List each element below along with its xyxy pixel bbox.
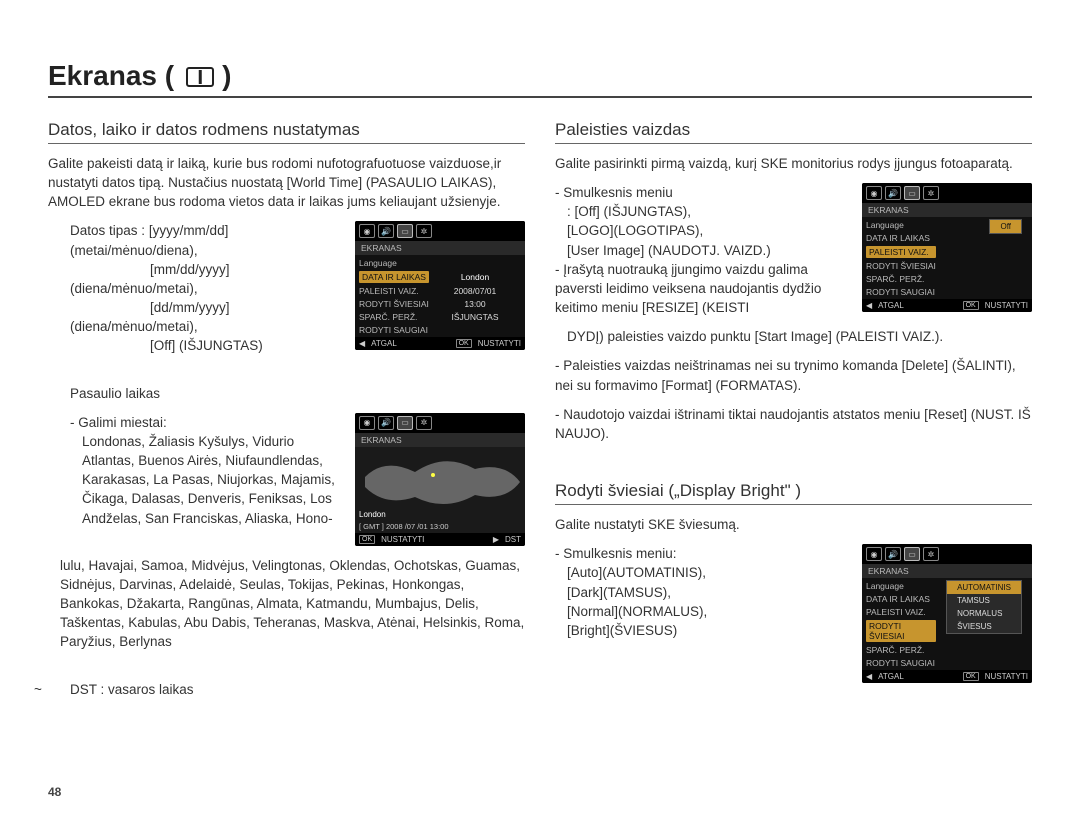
bright-sub-line-0: [Auto](AUTOMATINIS), <box>555 563 850 582</box>
gear-icon: ✲ <box>923 186 939 200</box>
sound-icon: 🔊 <box>885 547 901 561</box>
bright-sub-line-1: [Dark](TAMSUS), <box>555 583 850 602</box>
world-time-text: - Galimi miestai: Londonas, Žaliasis Kyš… <box>48 413 343 528</box>
map-city: London <box>359 510 386 519</box>
content-columns: Datos, laiko ir datos rodmens nustatymas… <box>48 116 1032 709</box>
display-tab-icon: ▭ <box>397 224 413 238</box>
lcd4-sub-auto: AUTOMATINIS <box>947 581 1021 594</box>
display-tab-icon: ▭ <box>904 547 920 561</box>
startup-sub-line-2: [User Image] (NAUDOTJ. VAIZD.) <box>555 241 850 260</box>
startup-intro: Galite pasirinkti pirmą vaizdą, kurį SKE… <box>555 154 1032 173</box>
cities-part1: Londonas, Žaliasis Kyšulys, Vidurio Atla… <box>70 432 343 528</box>
left-column: Datos, laiko ir datos rodmens nustatymas… <box>48 116 525 709</box>
display-icon <box>186 67 214 87</box>
cities-label: - Galimi miestai: <box>70 413 343 432</box>
camera-lcd-2: ◉ 🔊 ▭ ✲ EKRANAS London [ GMT ] 2008 /07 … <box>355 413 525 546</box>
startup-submenu-text: - Smulkesnis meniu : [Off] (IŠJUNGTAS), … <box>555 183 850 317</box>
page-title: Ekranas ( ) <box>48 60 1032 98</box>
lcd3-tabs: ◉ 🔊 ▭ ✲ <box>862 183 1032 203</box>
bright-submenu-text: - Smulkesnis meniu: [Auto](AUTOMATINIS),… <box>555 544 850 640</box>
lcd1-footer: ◀ATGAL OKNUSTATYTI <box>355 337 525 350</box>
startup-sub-line-0: : [Off] (IŠJUNGTAS), <box>555 202 850 221</box>
gear-icon: ✲ <box>416 416 432 430</box>
map-gmt: [ GMT ] 2008 /07 /01 13:00 <box>359 522 521 531</box>
bright-intro: Galite nustatyti SKE šviesumą. <box>555 515 1032 534</box>
lcd4-sub-normal: NORMALUS <box>947 607 1021 620</box>
lcd4-tabs: ◉ 🔊 ▭ ✲ <box>862 544 1032 564</box>
world-time-head: Pasaulio laikas <box>48 384 525 403</box>
lcd3-head: EKRANAS <box>862 203 1032 217</box>
lcd2-tabs: ◉ 🔊 ▭ ✲ <box>355 413 525 433</box>
right-column: Paleisties vaizdas Galite pasirinkti pir… <box>555 116 1032 709</box>
camera-lcd-3: ◉ 🔊 ▭ ✲ EKRANAS Language DATA IR LAIKAS … <box>862 183 1032 312</box>
camera-icon: ◉ <box>359 224 375 238</box>
startup-bullet-1: - Paleisties vaizdas neištrinamas nei su… <box>555 356 1032 394</box>
date-type-label: Datos tipas : <box>70 223 145 238</box>
date-type-line-3: [Off] (IŠJUNGTAS) <box>70 338 263 353</box>
lcd2-footer: OKNUSTATYTI ▶DST <box>355 533 525 546</box>
back-icon: ◀ <box>866 301 872 310</box>
lcd4-sub-dark: TAMSUS <box>947 594 1021 607</box>
bright-submenu-row: - Smulkesnis meniu: [Auto](AUTOMATINIS),… <box>555 544 1032 683</box>
lcd2-head: EKRANAS <box>355 433 525 447</box>
startup-sub-line-1: [LOGO](LOGOTIPAS), <box>555 221 850 240</box>
date-type-line-2: [dd/mm/yyyy] (diena/mėnuo/metai), <box>70 300 230 334</box>
camera-icon: ◉ <box>359 416 375 430</box>
page-number: 48 <box>48 785 61 799</box>
section-display-bright: Rodyti šviesiai („Display Bright" ) <box>555 481 1032 505</box>
camera-icon: ◉ <box>866 547 882 561</box>
lcd3-footer: ◀ATGAL OKNUSTATYTI <box>862 299 1032 312</box>
startup-sub-label: - Smulkesnis meniu <box>555 183 850 202</box>
cities-part2: lulu, Havajai, Samoa, Midvėjus, Velingto… <box>48 556 525 652</box>
lcd4-sub-bright: ŠVIESUS <box>947 620 1021 633</box>
world-time-row: - Galimi miestai: Londonas, Žaliasis Kyš… <box>48 413 525 546</box>
dst-icon: ▶ <box>493 535 499 544</box>
bright-sub-line-2: [Normal](NORMALUS), <box>555 602 850 621</box>
date-time-intro: Galite pakeisti datą ir laiką, kurie bus… <box>48 154 525 211</box>
title-suffix: ) <box>222 60 231 92</box>
lcd4-footer: ◀ATGAL OKNUSTATYTI <box>862 670 1032 683</box>
section-date-time: Datos, laiko ir datos rodmens nustatymas <box>48 120 525 144</box>
bright-sub-label: - Smulkesnis meniu: <box>555 544 850 563</box>
sound-icon: 🔊 <box>378 224 394 238</box>
date-type-row: Datos tipas : [yyyy/mm/dd] (metai/mėnuo/… <box>48 221 525 355</box>
startup-bullet-2: - Naudotojo vaizdai ištrinami tiktai nau… <box>555 405 1032 443</box>
back-icon: ◀ <box>866 672 872 681</box>
camera-lcd-1: ◉ 🔊 ▭ ✲ EKRANAS Language DATA IR LAIKASL… <box>355 221 525 350</box>
date-type-line-1: [mm/dd/yyyy] (diena/mėnuo/metai), <box>70 262 230 296</box>
back-icon: ◀ <box>359 339 365 348</box>
lcd4-submenu: AUTOMATINIS TAMSUS NORMALUS ŠVIESUS <box>946 580 1022 634</box>
display-tab-icon: ▭ <box>904 186 920 200</box>
gear-icon: ✲ <box>416 224 432 238</box>
startup-submenu-row: - Smulkesnis meniu : [Off] (IŠJUNGTAS), … <box>555 183 1032 317</box>
lcd1-head: EKRANAS <box>355 241 525 255</box>
startup-bullet-0b: DYDĮ) paleisties vaizdo punktu [Start Im… <box>555 327 1032 346</box>
lcd1-tabs: ◉ 🔊 ▭ ✲ <box>355 221 525 241</box>
section-startup-image: Paleisties vaizdas <box>555 120 1032 144</box>
startup-bullet-0: - Įrašytą nuotrauką įjungimo vaizdu gali… <box>555 260 850 317</box>
camera-icon: ◉ <box>866 186 882 200</box>
title-prefix: Ekranas ( <box>48 60 174 92</box>
display-tab-icon: ▭ <box>397 416 413 430</box>
lcd1-menu: Language DATA IR LAIKASLondon PALEISTI V… <box>355 255 525 337</box>
lcd3-submenu: Off <box>989 219 1022 234</box>
lcd4-head: EKRANAS <box>862 564 1032 578</box>
sound-icon: 🔊 <box>378 416 394 430</box>
lcd3-sub-off: Off <box>990 220 1021 233</box>
world-map: London [ GMT ] 2008 /07 /01 13:00 <box>355 447 525 533</box>
sound-icon: 🔊 <box>885 186 901 200</box>
dst-note: DST : vasaros laikas <box>48 680 525 699</box>
bright-sub-line-3: [Bright](ŠVIESUS) <box>555 621 850 640</box>
gear-icon: ✲ <box>923 547 939 561</box>
date-type-text: Datos tipas : [yyyy/mm/dd] (metai/mėnuo/… <box>48 221 343 355</box>
camera-lcd-4: ◉ 🔊 ▭ ✲ EKRANAS Language DATA IR LAIKAS … <box>862 544 1032 683</box>
